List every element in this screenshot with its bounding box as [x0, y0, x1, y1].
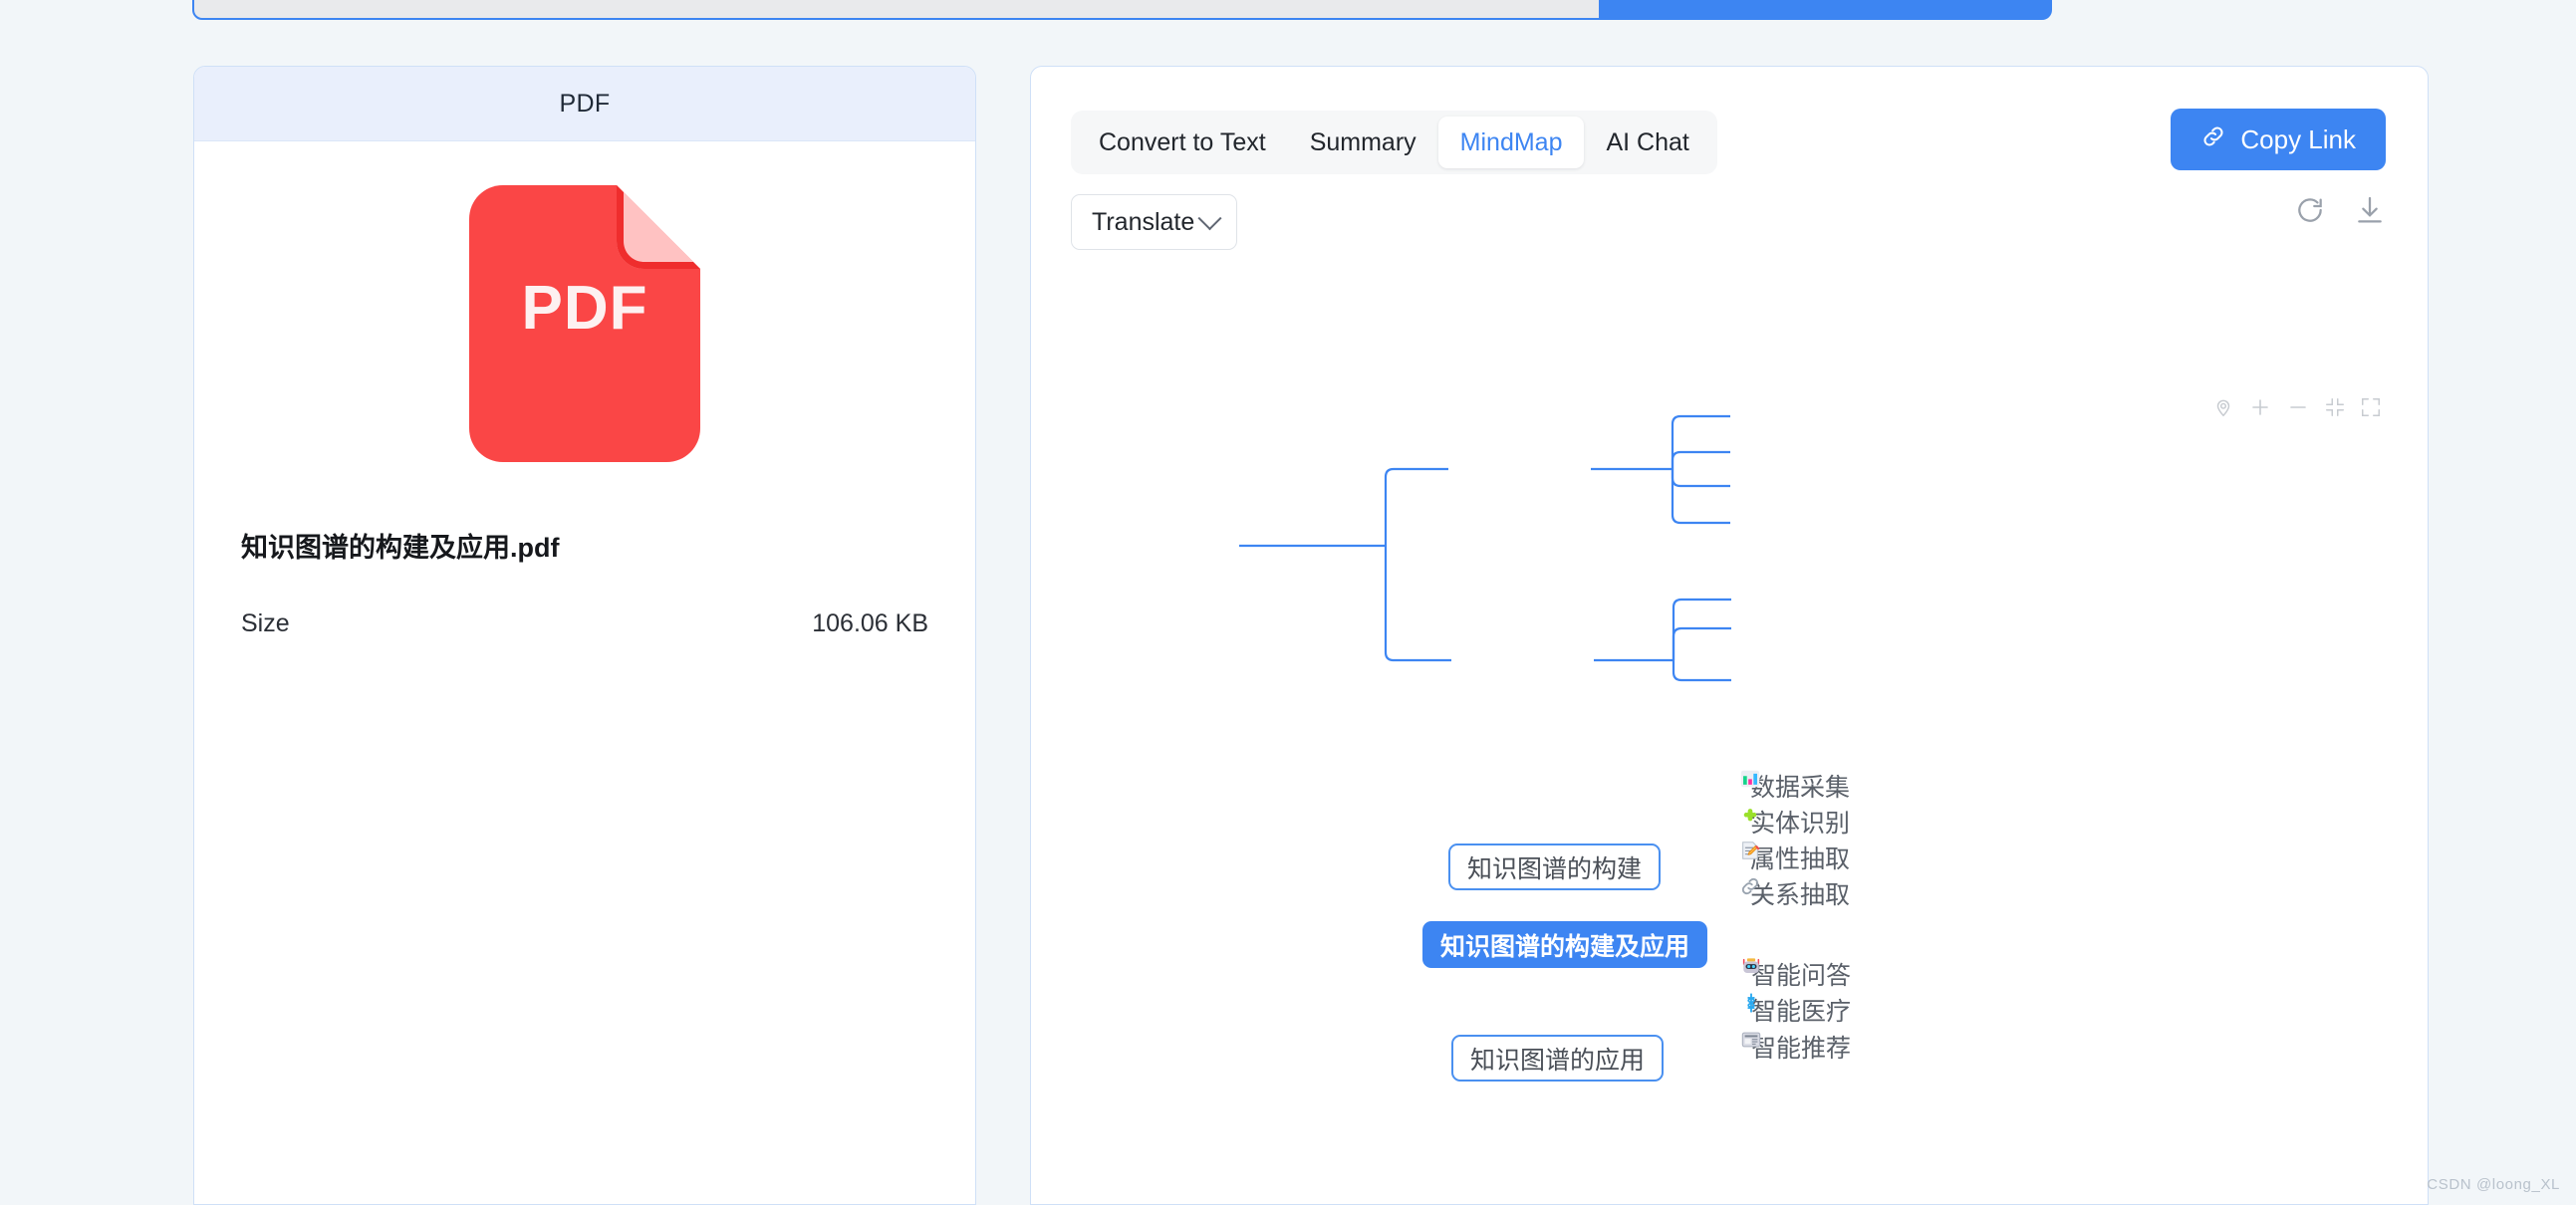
- top-strip: [0, 0, 2576, 28]
- pdf-size-row: Size 106.06 KB: [241, 609, 928, 638]
- mindmap-leaf-label: 实体识别: [1750, 810, 1851, 838]
- content-panel: Convert to Text Summary MindMap AI Chat …: [1030, 66, 2429, 1205]
- mindmap-leaf-node[interactable]: 智能问答: [1740, 956, 1851, 992]
- mindmap-branch-node-1[interactable]: 知识图谱的构建: [1448, 844, 1662, 890]
- mindmap-leaf-node[interactable]: 实体识别: [1739, 804, 1850, 840]
- mindmap-branch-node-2[interactable]: 知识图谱的应用: [1451, 1035, 1665, 1082]
- pdf-icon-label: PDF: [521, 274, 648, 343]
- mindmap-leaf-label: 关系抽取: [1750, 881, 1851, 909]
- pdf-size-value: 106.06 KB: [812, 609, 928, 637]
- mindmap-connectors: [1239, 414, 1731, 682]
- pdf-preview-panel: PDF PDF 知识图谱的构建及应用.pdf Size 106.06 KB: [193, 66, 976, 1205]
- mindmap-leaf-node[interactable]: 关系抽取: [1739, 875, 1850, 911]
- mindmap-leaf-label: 智能医疗: [1751, 998, 1852, 1026]
- mindmap-leaf-node[interactable]: 智能医疗: [1740, 992, 1851, 1028]
- mindmap-leaf-node[interactable]: 属性抽取: [1739, 840, 1850, 875]
- pdf-panel-title: PDF: [559, 89, 611, 118]
- pdf-filename: 知识图谱的构建及应用.pdf: [241, 533, 560, 563]
- mindmap-leaf-label: 属性抽取: [1750, 845, 1851, 873]
- pdf-size-label: Size: [241, 609, 290, 637]
- mindmap-canvas[interactable]: 知识图谱的构建及应用 知识图谱的构建 知识图谱的应用 数据采集 实体识别 属性抽…: [1031, 67, 2428, 1204]
- mindmap-leaf-node[interactable]: 数据采集: [1739, 768, 1850, 804]
- watermark: CSDN @loong_XL: [2427, 1176, 2560, 1193]
- submit-button[interactable]: [1601, 0, 2052, 20]
- mindmap-root-node[interactable]: 知识图谱的构建及应用: [1421, 921, 1707, 968]
- pdf-file-icon-wrap: PDF: [194, 185, 975, 462]
- mindmap-leaf-label: 数据采集: [1750, 774, 1851, 802]
- mindmap-leaf-label: 智能推荐: [1751, 1035, 1852, 1063]
- mindmap-leaf-label: 智能问答: [1751, 962, 1852, 990]
- url-input[interactable]: [192, 0, 1601, 20]
- pdf-file-icon: PDF: [469, 185, 700, 462]
- pdf-panel-header: PDF: [194, 67, 975, 141]
- mindmap-leaf-node[interactable]: 智能推荐: [1740, 1029, 1851, 1065]
